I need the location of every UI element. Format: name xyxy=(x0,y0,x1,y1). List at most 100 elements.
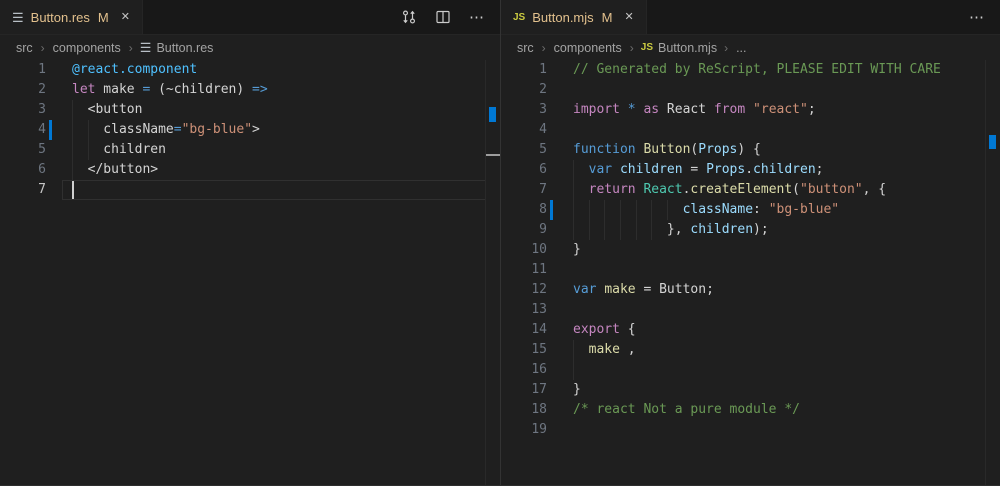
line-number[interactable]: 1 xyxy=(501,60,547,80)
breadcrumb-separator: › xyxy=(542,41,546,55)
code-text: import * as React from "react"; xyxy=(573,100,816,120)
line-number[interactable]: 11 xyxy=(501,260,547,280)
vscode-workbench: ☰ Button.res M ✕ xyxy=(0,0,1000,486)
code-line[interactable]: 5 function Button(Props) { xyxy=(501,140,1000,160)
code-text: className: "bg-blue" xyxy=(573,200,839,220)
code-text: var make = Button; xyxy=(573,280,714,300)
line-number[interactable]: 3 xyxy=(501,100,547,120)
code-editor-javascript[interactable]: 1 // Generated by ReScript, PLEASE EDIT W… xyxy=(501,60,1000,486)
breadcrumb-file-label: Button.mjs xyxy=(658,41,717,55)
modified-gutter-marker xyxy=(49,120,52,140)
line-number[interactable]: 2 xyxy=(0,80,46,100)
code-line[interactable]: 8 className: "bg-blue" xyxy=(501,200,1000,220)
close-tab-icon[interactable]: ✕ xyxy=(623,10,636,25)
line-number[interactable]: 6 xyxy=(0,160,46,180)
code-line[interactable]: 16 xyxy=(501,360,1000,380)
breadcrumb-file-label: Button.res xyxy=(156,41,213,55)
line-number[interactable]: 4 xyxy=(0,120,46,140)
line-number[interactable]: 5 xyxy=(0,140,46,160)
code-line[interactable]: 3 <button xyxy=(0,100,500,120)
code-line[interactable]: 17} xyxy=(501,380,1000,400)
line-number[interactable]: 2 xyxy=(501,80,547,100)
line-number[interactable]: 9 xyxy=(501,220,547,240)
code-text: }, children); xyxy=(573,220,769,240)
line-number[interactable]: 6 xyxy=(501,160,547,180)
more-actions-icon[interactable]: ⋯ xyxy=(468,8,486,26)
line-number[interactable]: 12 xyxy=(501,280,547,300)
code-line[interactable]: 7 return React.createElement("button", { xyxy=(501,180,1000,200)
close-tab-icon[interactable]: ✕ xyxy=(119,10,132,25)
code-line[interactable]: 19 xyxy=(501,420,1000,440)
open-changes-icon[interactable] xyxy=(400,8,418,26)
code-line[interactable]: 7 xyxy=(0,180,500,200)
code-line[interactable]: 5 children xyxy=(0,140,500,160)
pane-resize-sash[interactable] xyxy=(498,0,502,486)
code-line[interactable]: 2let make = (~children) => xyxy=(0,80,500,100)
line-number[interactable]: 17 xyxy=(501,380,547,400)
tab-button-mjs[interactable]: JS Button.mjs M ✕ xyxy=(501,0,647,34)
code-text: } xyxy=(573,380,581,400)
breadcrumb-separator: › xyxy=(41,41,45,55)
breadcrumb-item-src[interactable]: src xyxy=(15,41,34,55)
breadcrumb-item-file[interactable]: JS Button.mjs xyxy=(641,41,717,55)
code-line[interactable]: 10} xyxy=(501,240,1000,260)
breadcrumb-item-symbol[interactable]: ... xyxy=(735,41,747,55)
code-editor-rescript[interactable]: 1 @react.component2let make = (~children)… xyxy=(0,60,500,486)
code-line[interactable]: 15 make , xyxy=(501,340,1000,360)
line-number[interactable]: 7 xyxy=(501,180,547,200)
code-line[interactable]: 2 xyxy=(501,80,1000,100)
line-number[interactable]: 3 xyxy=(0,100,46,120)
line-number[interactable]: 16 xyxy=(501,360,547,380)
line-number[interactable]: 1 xyxy=(0,60,46,80)
code-text: @react.component xyxy=(72,60,197,80)
file-icon: ☰ xyxy=(12,11,24,24)
tab-strip-right: JS Button.mjs M ✕ ⋯ xyxy=(501,0,1000,35)
code-line[interactable]: 4 xyxy=(501,120,1000,140)
tab-strip-left: ☰ Button.res M ✕ xyxy=(0,0,500,35)
line-number[interactable]: 13 xyxy=(501,300,547,320)
modified-badge: M xyxy=(602,10,613,25)
code-line[interactable]: 1 // Generated by ReScript, PLEASE EDIT W… xyxy=(501,60,1000,80)
code-line[interactable]: 18 /* react Not a pure module */ xyxy=(501,400,1000,420)
current-line-highlight xyxy=(62,180,486,200)
code-line[interactable]: 12 var make = Button; xyxy=(501,280,1000,300)
code-text: /* react Not a pure module */ xyxy=(573,400,800,420)
line-number[interactable]: 4 xyxy=(501,120,547,140)
code-line[interactable]: 14 export { xyxy=(501,320,1000,340)
line-number[interactable]: 18 xyxy=(501,400,547,420)
breadcrumb-separator: › xyxy=(630,41,634,55)
more-actions-icon[interactable]: ⋯ xyxy=(968,8,986,26)
code-line[interactable]: 11 xyxy=(501,260,1000,280)
breadcrumb-separator: › xyxy=(129,41,133,55)
line-number[interactable]: 19 xyxy=(501,420,547,440)
line-number[interactable]: 15 xyxy=(501,340,547,360)
code-line[interactable]: 13 xyxy=(501,300,1000,320)
split-editor-icon[interactable] xyxy=(434,8,452,26)
line-number[interactable]: 8 xyxy=(501,200,547,220)
line-number[interactable]: 14 xyxy=(501,320,547,340)
breadcrumb-item-file[interactable]: ☰ Button.res xyxy=(140,41,214,55)
code-text: </button> xyxy=(72,160,158,180)
code-text: // Generated by ReScript, PLEASE EDIT WI… xyxy=(573,60,941,80)
tab-button-res[interactable]: ☰ Button.res M ✕ xyxy=(0,0,143,34)
code-line[interactable]: 9 }, children); xyxy=(501,220,1000,240)
code-line[interactable]: 6 </button> xyxy=(0,160,500,180)
editor-actions: ⋯ xyxy=(400,0,500,34)
code-text: function Button(Props) { xyxy=(573,140,761,160)
overview-ruler-scrollbar[interactable] xyxy=(985,60,1000,486)
modified-badge: M xyxy=(98,10,109,25)
code-line[interactable]: 3 import * as React from "react"; xyxy=(501,100,1000,120)
breadcrumb-item-components[interactable]: components xyxy=(553,41,623,55)
code-line[interactable]: 6 var children = Props.children; xyxy=(501,160,1000,180)
breadcrumb-item-src[interactable]: src xyxy=(516,41,535,55)
breadcrumb-separator: › xyxy=(724,41,728,55)
code-line[interactable]: 1 @react.component xyxy=(0,60,500,80)
breadcrumb-item-components[interactable]: components xyxy=(52,41,122,55)
code-text: var children = Props.children; xyxy=(573,160,824,180)
code-line[interactable]: 4 className="bg-blue"> xyxy=(0,120,500,140)
breadcrumb-right: src › components › JS Button.mjs › ... xyxy=(501,35,1000,60)
line-number[interactable]: 7 xyxy=(0,180,46,200)
code-text: export { xyxy=(573,320,636,340)
line-number[interactable]: 5 xyxy=(501,140,547,160)
line-number[interactable]: 10 xyxy=(501,240,547,260)
